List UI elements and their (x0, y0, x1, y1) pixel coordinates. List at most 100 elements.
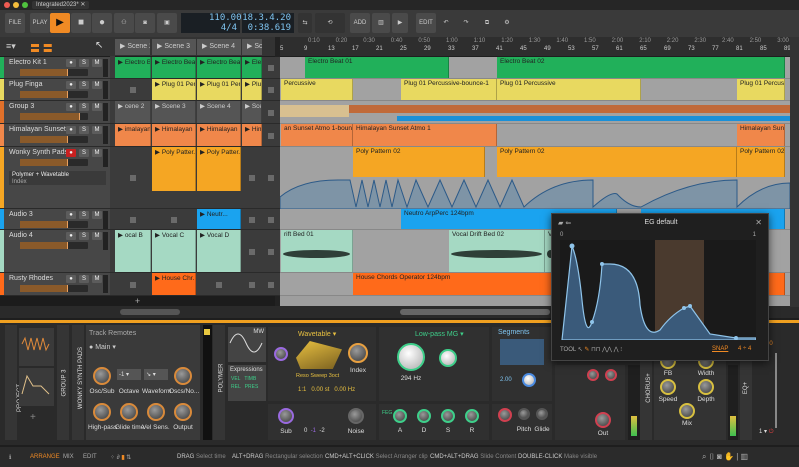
solo-button[interactable]: S (79, 275, 89, 283)
mute-button[interactable]: M (92, 149, 102, 157)
solo-button[interactable]: S (79, 59, 89, 67)
remotes-page-select[interactable]: ● Main ▾ (89, 343, 116, 351)
mute-button[interactable]: M (92, 232, 102, 240)
track-stop-button[interactable] (268, 65, 274, 71)
clip-slot-stop-button[interactable] (130, 216, 136, 223)
record-button[interactable]: ● (92, 13, 112, 33)
view-icons[interactable]: ⁘ ∂ ▮ ⇅ (110, 454, 131, 461)
volume-fader[interactable] (20, 69, 88, 76)
launcher-clip[interactable]: ▶ Neutr... (197, 209, 241, 229)
add-modulator-button[interactable]: + (30, 412, 36, 423)
launcher-clip[interactable]: ▶ Vocal C (152, 230, 196, 272)
close-icon[interactable]: ✕ (755, 218, 762, 227)
select-waveform[interactable]: ↘ ▾ (144, 369, 168, 380)
envelope-graph[interactable] (560, 240, 756, 340)
out-knob[interactable] (595, 412, 611, 428)
record-arm-button[interactable]: ● (66, 59, 76, 67)
sub-octave-select[interactable]: 0 -1 -2 (304, 428, 325, 434)
scene-3[interactable]: ▶ Scene 3 (152, 39, 196, 55)
channel-select[interactable]: 1 ▾ ⏻ (759, 428, 773, 436)
arranger-clip[interactable]: Himalayan Sunset Atmo 1 (353, 124, 497, 146)
track-stop-button[interactable] (268, 175, 274, 181)
automation-write-icon[interactable]: ⚇ (114, 13, 134, 33)
knob-mix[interactable] (679, 403, 695, 419)
resonance-knob[interactable] (439, 349, 457, 367)
knob-output[interactable] (174, 403, 192, 421)
mw-modulator[interactable]: MW (228, 327, 266, 362)
arranger-clip[interactable]: Poly Pattern 02 (353, 147, 485, 177)
keyboard-icon[interactable]: ▥ (372, 13, 390, 33)
arranger-clip[interactable]: Plug 01 Percussive-bounce-1 (401, 79, 497, 100)
automation-lane[interactable] (280, 177, 790, 209)
launcher-clip[interactable]: ▶ Himalayan ... (152, 124, 196, 146)
volume-fader[interactable] (20, 113, 88, 120)
position-time[interactable]: 0:38.619 (242, 23, 291, 33)
track-stop-button[interactable] (268, 109, 274, 116)
knob-oscsno[interactable] (174, 367, 192, 385)
file-button[interactable]: FILE (5, 13, 25, 33)
tempo-display[interactable]: 110.00 4/4 (209, 13, 242, 33)
add-track-button[interactable]: + (0, 296, 275, 306)
knob-a[interactable] (393, 409, 407, 423)
arranger-view-icon[interactable]: 〓 〓 (30, 40, 53, 55)
knob-oscsub[interactable] (93, 367, 111, 385)
minimize-window-button[interactable] (13, 2, 19, 8)
track-header[interactable]: Plug Finga ● S M (0, 79, 110, 101)
stop-button[interactable]: ■ (71, 13, 91, 33)
launcher-clip[interactable]: ▶ Poly Patter... (197, 147, 241, 191)
mute-button[interactable]: M (92, 275, 102, 283)
index-knob[interactable] (348, 343, 368, 363)
edit-button[interactable]: EDIT (416, 13, 436, 33)
arrange-tab[interactable]: ARRANGE (30, 454, 60, 460)
info-icon[interactable]: ℹ (9, 454, 11, 461)
arranger-clip[interactable]: Electro Beat 02 (497, 57, 785, 78)
arranger-clip[interactable]: an Sunset Atmo 1-bounce- (281, 124, 353, 146)
arranger-clip[interactable]: Electro Beat 01 (305, 57, 449, 78)
track-stop-button[interactable] (268, 248, 274, 255)
oscillator-type-select[interactable]: Wavetable ▾ (298, 330, 336, 338)
arranger-clip[interactable]: Vocal Drift Bed 02 (449, 230, 545, 272)
grid-setting[interactable]: 4 ÷ 4 (738, 346, 751, 352)
record-arm-button[interactable]: ● (66, 149, 76, 157)
track-tab[interactable]: WONKY SYNTH PADS (72, 325, 84, 440)
track-header[interactable]: Himalayan Sunset ● S M (0, 124, 110, 147)
volume-fader[interactable] (20, 159, 88, 166)
track-header[interactable]: Audio 3 ● S M (0, 209, 110, 230)
launcher-clip[interactable]: ▶ Plug 01 Per... (152, 79, 196, 100)
wavetable-display[interactable] (296, 341, 342, 369)
clip-slot-stop-button[interactable] (249, 175, 255, 181)
polymer-tab[interactable]: POLYMER (213, 325, 225, 440)
segments-knob[interactable] (522, 373, 536, 387)
play-clip-icon[interactable]: ▶ (392, 13, 408, 33)
knob-depth[interactable] (698, 379, 714, 395)
play-button[interactable]: ▶ (50, 13, 70, 33)
out-mod-knob-2[interactable] (605, 369, 617, 381)
arranger-clip[interactable]: Percussive (281, 79, 353, 100)
launcher-clip[interactable]: ▶ Himalayan ... (197, 124, 241, 146)
track-header[interactable]: Group 3 ● S M (0, 101, 110, 124)
track-stop-button[interactable] (268, 87, 274, 93)
mute-button[interactable]: M (92, 103, 102, 111)
track-stop-button[interactable] (268, 132, 274, 139)
volume-fader[interactable] (775, 353, 777, 428)
clip-slot-stop-button[interactable] (130, 175, 136, 181)
arranger-clip[interactable]: Plug 01 Percussive (737, 79, 785, 100)
cutoff-knob[interactable] (397, 343, 425, 371)
redo-icon[interactable]: ↷ (457, 13, 475, 33)
track-stop-button[interactable] (268, 216, 274, 223)
record-arm-button[interactable]: ● (66, 126, 76, 134)
noise-knob[interactable] (348, 408, 364, 424)
solo-button[interactable]: S (79, 149, 89, 157)
expressions-modulator[interactable]: Expressions VEL TIMB REL PRES (228, 365, 266, 401)
pencil-icon[interactable]: ✎ (584, 347, 589, 353)
document-tab[interactable]: Integrated2023* ✕ (32, 1, 90, 9)
pointer-icon[interactable]: ↖ (578, 347, 583, 353)
amp-knob[interactable] (498, 408, 512, 422)
record-arm-button[interactable]: ● (66, 232, 76, 240)
solo-button[interactable]: S (79, 232, 89, 240)
copy-icon[interactable]: ⧉ (478, 13, 496, 33)
punch-icon[interactable]: ⇆ (298, 13, 312, 33)
arranger-scrollbar[interactable] (400, 309, 550, 315)
solo-button[interactable]: S (79, 103, 89, 111)
track-header[interactable]: Rusty Rhodes ● S M (0, 273, 110, 296)
